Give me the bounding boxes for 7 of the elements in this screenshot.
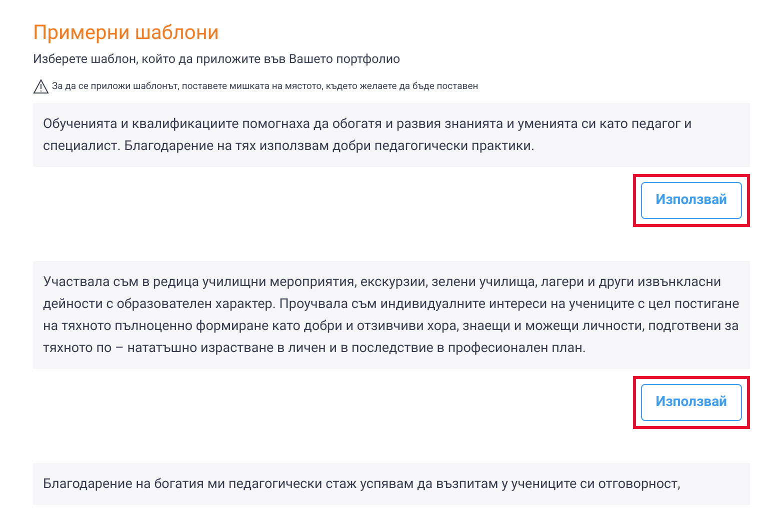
template-card[interactable]: Участвала съм в редица училищни мероприятия, екскурзии, зелени училища, лагери и други извънкласни дейности с образователен характер. Проучвала съм индивидуалните интереси на учениците с цел постигане на тяхното пълноценно формиране като добри и отзивчиви хора, знаещи и можещи личности, подготвени за тяхното по – нататъшно израстване в личен и в последствие в професионален план.	[33, 261, 750, 369]
notice-text: За да се приложи шаблонът, поставете мишката на мястото, където желаете да бъде поставен	[52, 80, 478, 94]
template-card[interactable]: Благодарение на богатия ми педагогически стаж успявам да възпитам у учениците си отговорност,	[33, 463, 750, 505]
subtitle: Изберете шаблон, който да приложите във Вашето портфолио	[33, 51, 402, 69]
warning-icon	[33, 79, 49, 94]
page-title: Примерни шаблони	[33, 19, 220, 46]
template-card[interactable]: Обученията и квалификациите помогнаха да обогатя и развия знанията и уменията си като педагог и специалист. Благодарение на тях използвам добри педагогически практики.	[33, 103, 750, 167]
